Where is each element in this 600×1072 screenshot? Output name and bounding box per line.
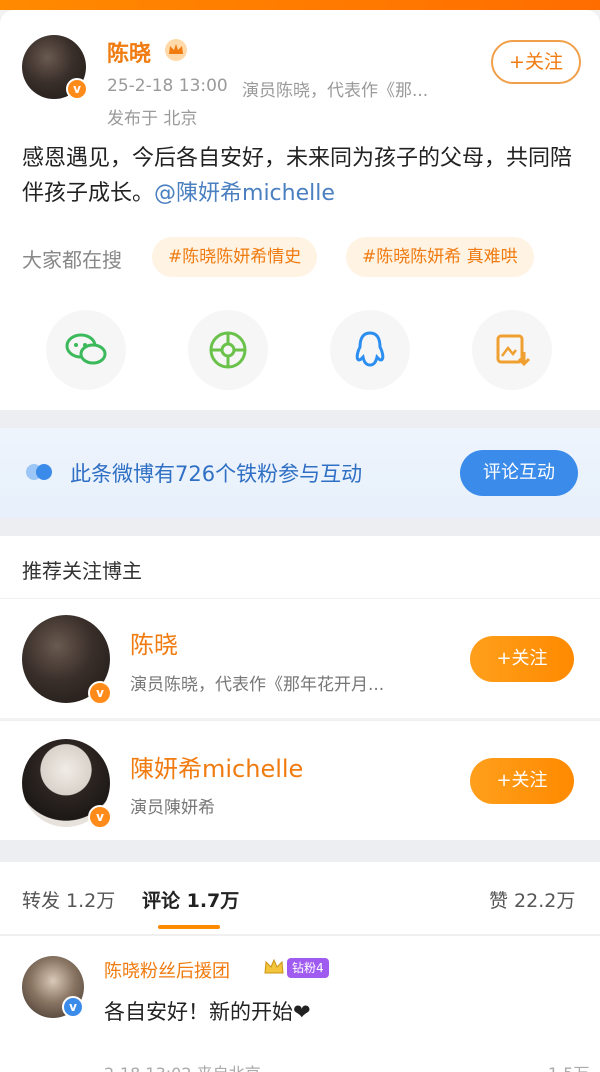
comment-like-count[interactable]: 1.5万 (548, 1060, 589, 1072)
tab-comment[interactable]: 评论 1.7万 (142, 886, 239, 913)
separator (0, 840, 600, 862)
trending-label: 大家都在搜 (22, 248, 122, 272)
save-image-button[interactable] (472, 310, 552, 390)
follow-button[interactable]: +关注 (470, 758, 574, 804)
verified-badge-icon: v (62, 996, 84, 1018)
post-card: v 陈晓 25-2-18 13:00 演员陈晓，代表作《那... 发布于 北京 … (0, 10, 600, 410)
recommend-name[interactable]: 陳妍希michelle (130, 749, 303, 784)
crown-icon (165, 39, 187, 61)
recommend-desc: 演员陈晓，代表作《那年花开月... (130, 675, 385, 695)
recommend-item[interactable]: v 陳妍希michelle 演员陳妍希 +关注 (0, 720, 600, 840)
share-moments-button[interactable] (188, 310, 268, 390)
follow-button[interactable]: +关注 (470, 636, 574, 682)
toggle-dots-icon (26, 464, 52, 480)
comment-text: 各自安好！新的开始❤ (104, 1000, 311, 1024)
wechat-icon (65, 333, 107, 365)
commenter-name[interactable]: 陈晓粉丝后援团 (104, 957, 230, 983)
verified-badge-icon: v (88, 805, 112, 829)
share-wechat-button[interactable] (46, 310, 126, 390)
post-time: 25-2-18 13:00 (107, 76, 228, 96)
active-tab-indicator (158, 925, 220, 929)
trending-chip-1[interactable]: #陈晓陈妍希情史 (152, 237, 318, 277)
save-image-icon (496, 334, 531, 367)
fans-interaction-banner[interactable]: 此条微博有726个铁粉参与互动 评论互动 (0, 428, 600, 518)
comment-interact-button[interactable]: 评论互动 (460, 450, 578, 496)
comment-meta: 2-18 13:02 来自北京 (104, 1060, 261, 1072)
fan-level-badge: 钻粉4 (287, 958, 329, 978)
author-name[interactable]: 陈晓 (107, 36, 151, 68)
qq-icon (355, 331, 385, 367)
top-accent-bar (0, 0, 600, 10)
tab-repost[interactable]: 转发 1.2万 (22, 886, 115, 913)
post-location: 发布于 北京 (107, 109, 198, 129)
tab-like[interactable]: 赞 22.2万 (489, 886, 575, 913)
follow-button[interactable]: +关注 (491, 40, 581, 84)
recommend-desc: 演员陳妍希 (130, 798, 215, 818)
comment-item[interactable]: v 陈晓粉丝后援团 钻粉4 各自安好！新的开始❤ 2-18 13:02 来自北京… (0, 936, 600, 1072)
post-text: 感恩遇见，今后各自安好，未来同为孩子的父母，共同陪伴孩子成长。@陳妍希miche… (22, 141, 582, 211)
recommend-title: 推荐关注博主 (22, 559, 142, 583)
interaction-tabs: 转发 1.2万 评论 1.7万 赞 22.2万 (0, 862, 600, 934)
mention-link[interactable]: @陳妍希michelle (154, 181, 335, 206)
separator (0, 410, 600, 428)
moments-icon (209, 331, 247, 369)
banner-text: 此条微博有726个铁粉参与互动 (70, 462, 363, 486)
separator (0, 518, 600, 536)
recommend-name[interactable]: 陈晓 (130, 625, 178, 660)
trending-chip-2[interactable]: #陈晓陈妍希 真难哄 (346, 237, 534, 277)
share-qq-button[interactable] (330, 310, 410, 390)
recommend-item[interactable]: v 陈晓 演员陈晓，代表作《那年花开月... +关注 (0, 598, 600, 718)
verified-badge-icon: v (88, 681, 112, 705)
verified-badge-icon: v (66, 78, 88, 100)
crown-icon (264, 958, 284, 974)
post-source: 演员陈晓，代表作《那... (242, 81, 429, 101)
